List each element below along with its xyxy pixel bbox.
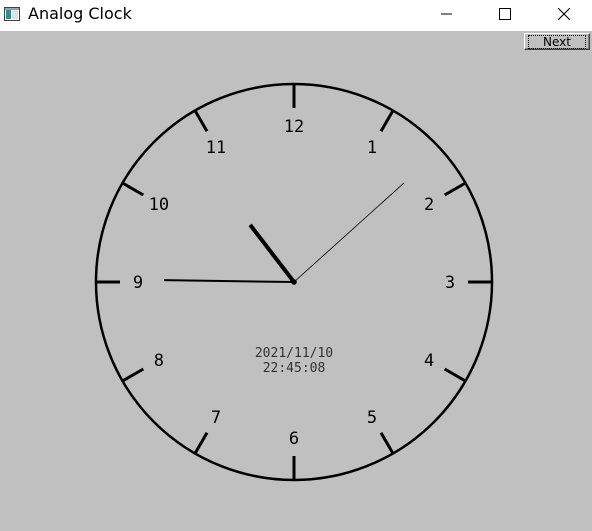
clock-numeral-1: 1 [367,138,377,158]
maximize-button[interactable] [482,0,528,29]
maximize-icon [499,5,511,24]
center-pin [291,279,297,285]
hour-tick [379,109,395,133]
hour-hand [248,223,296,284]
clock-numeral-5: 5 [367,408,377,428]
clock-numeral-12: 12 [284,117,304,137]
hour-tick [121,367,145,383]
hour-tick [379,431,395,455]
clock-numeral-4: 4 [424,351,434,371]
hour-tick [193,109,209,133]
time-readout: 22:45:08 [263,361,326,376]
clock-numeral-3: 3 [445,273,455,293]
minimize-button[interactable] [424,0,470,29]
clock-numeral-6: 6 [289,429,299,449]
clock-face: 121234567891011 2021/11/10 22:45:08 [94,82,494,482]
clock-numeral-7: 7 [211,408,221,428]
clock-hands [163,182,405,285]
second-hand [293,182,405,283]
date-readout: 2021/11/10 [255,346,333,361]
close-button[interactable] [541,0,587,29]
hour-tick [121,181,145,197]
hour-tick [193,431,209,455]
minute-hand [163,279,295,283]
hour-tick [443,367,467,383]
hour-tick [443,181,467,197]
window-title: Analog Clock [28,4,132,23]
clock-numeral-10: 10 [149,195,169,215]
analog-clock-window: Analog Clock Next 12 1 2 3 4 5 6 7 8 9 10 11 [0,0,592,531]
clock-numeral-11: 11 [206,138,226,158]
client-area: Next 12 1 2 3 4 5 6 7 8 9 10 11 2021/11/10 22:45:08 [0,31,592,531]
minimize-icon [441,5,453,24]
title-bar[interactable]: Analog Clock [0,0,592,31]
clock-numeral-9: 9 [133,273,143,293]
close-icon [557,5,571,24]
app-window-icon [4,6,20,21]
clock-numeral-8: 8 [154,351,164,371]
clock-numeral-2: 2 [424,195,434,215]
